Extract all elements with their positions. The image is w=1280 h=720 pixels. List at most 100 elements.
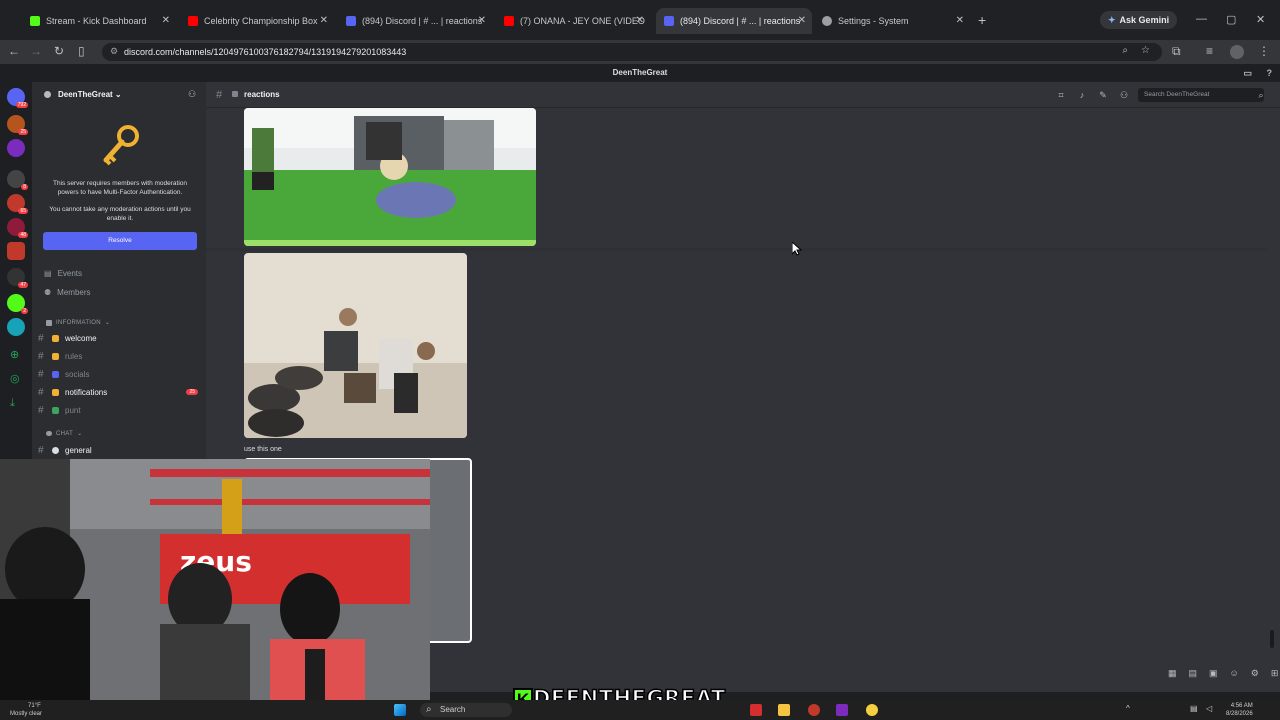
help-icon[interactable]: ? [1267, 64, 1273, 82]
threads-icon[interactable]: ⌗ [1056, 90, 1066, 100]
channel-rules[interactable]: # rules [38, 348, 200, 364]
ask-gemini-button[interactable]: ✦ Ask Gemini [1100, 11, 1178, 29]
profile-avatar[interactable] [1230, 45, 1244, 59]
close-tab-icon[interactable]: ✕ [636, 15, 644, 26]
menu-icon[interactable]: ⋮ [1258, 44, 1270, 58]
tab-settings-system[interactable]: Settings - System ✕ [814, 8, 970, 34]
member-list-icon[interactable]: ⚇ [1119, 90, 1129, 100]
message-input-tools: ▦ ▤ ▣ ☺ ⚙ ⊞ [1168, 668, 1278, 679]
taskbar-clock[interactable]: 4:56 AM 8/28/2026 [1226, 702, 1253, 718]
tab-discord-reactions-active[interactable]: (894) Discord | # ... | reactions ✕ [656, 8, 812, 34]
category-information[interactable]: INFORMATION ⌄ [46, 319, 110, 326]
app-icon[interactable] [836, 704, 848, 716]
address-bar[interactable]: ⚙ discord.com/channels/12049761003761827… [102, 43, 1162, 61]
maximize-button[interactable]: ▢ [1226, 13, 1236, 26]
windows-start-icon[interactable] [394, 704, 406, 716]
wifi-icon[interactable]: ▤ [1190, 704, 1198, 713]
close-tab-icon[interactable]: ✕ [478, 15, 486, 26]
app-icon[interactable] [866, 704, 878, 716]
threads-icon[interactable]: # [216, 89, 222, 101]
file-explorer-icon[interactable] [778, 704, 790, 716]
channel-emoji-icon [52, 334, 59, 342]
members-link[interactable]: ⚉ Members [44, 288, 91, 297]
tab-discord-reactions[interactable]: (894) Discord | # ... | reactions ✕ [338, 8, 492, 34]
channel-welcome[interactable]: # welcome [38, 330, 200, 346]
channel-socials[interactable]: # socials [38, 366, 200, 382]
server-icon[interactable]: 8 [7, 170, 28, 190]
forward-arrow-icon[interactable]: → [30, 44, 42, 58]
attachment-image[interactable] [244, 108, 536, 246]
extensions-icon[interactable]: ⧉ [1172, 44, 1181, 59]
sticker-icon[interactable]: ▣ [1209, 668, 1218, 679]
channel-notifications[interactable]: # notifications 25 [38, 384, 200, 400]
youtube-icon [504, 16, 514, 26]
apps-icon[interactable]: ⚙ [1251, 668, 1259, 679]
emoji-icon[interactable]: ☺ [1230, 668, 1239, 679]
grid-icon[interactable]: ⊞ [1271, 668, 1279, 679]
close-window-button[interactable]: ✕ [1256, 13, 1265, 26]
minimize-button[interactable]: — [1196, 13, 1207, 25]
gift-icon[interactable]: ▦ [1168, 668, 1177, 679]
tab-kick-dashboard[interactable]: Stream - Kick Dashboard ✕ [22, 8, 176, 34]
download-apps-icon[interactable]: ⤓ [10, 397, 15, 410]
close-tab-icon[interactable]: ✕ [956, 15, 964, 26]
invite-people-icon[interactable]: ⚇ [188, 89, 196, 100]
weather-widget[interactable]: 71°F Mostly clear [10, 702, 42, 718]
server-icon[interactable] [7, 139, 25, 157]
app-icon[interactable] [750, 704, 762, 716]
category-chat[interactable]: CHAT ⌄ [46, 430, 82, 437]
mfa-subnotice: You cannot take any moderation actions u… [49, 206, 191, 222]
desert-photo [244, 253, 467, 438]
side-panel-icon[interactable]: ▯ [78, 44, 85, 58]
chat-bubble-icon [46, 431, 52, 436]
attachment-image[interactable] [244, 253, 467, 438]
search-input[interactable]: Search DeenTheGreat [1138, 88, 1264, 102]
server-icon[interactable]: 48 [7, 218, 28, 238]
media-controls-icon[interactable]: ≡ [1206, 44, 1213, 58]
channel-punt[interactable]: # punt [38, 402, 200, 418]
calendar-icon: ▤ [44, 269, 52, 278]
server-icon[interactable]: 65 [7, 194, 28, 214]
add-server-icon[interactable]: ⊕ [10, 348, 19, 361]
server-icon[interactable] [7, 242, 25, 260]
pin-icon[interactable]: ✎ [1098, 90, 1108, 100]
chevron-down-icon: ⌄ [114, 90, 122, 99]
server-boost-icon [44, 91, 51, 98]
site-info-icon[interactable]: ⚙ [110, 46, 118, 57]
channel-emoji-icon [52, 406, 59, 414]
new-tab-button[interactable]: + [978, 12, 986, 28]
direct-messages-icon[interactable]: 792 [7, 88, 28, 108]
tab-celebrity-boxing[interactable]: Celebrity Championship Box ✕ [180, 8, 334, 34]
bookmark-star-icon[interactable]: ☆ [1141, 45, 1150, 56]
discover-compass-icon[interactable]: ◎ [10, 372, 20, 385]
reload-icon[interactable]: ↻ [54, 44, 64, 58]
events-link[interactable]: ▤ Events [44, 269, 82, 278]
volume-icon[interactable]: ◁ [1206, 704, 1212, 713]
hash-icon: # [38, 444, 44, 456]
kick-icon [30, 16, 40, 26]
close-tab-icon[interactable]: ✕ [320, 15, 328, 26]
close-tab-icon[interactable]: ✕ [798, 15, 806, 26]
close-tab-icon[interactable]: ✕ [162, 15, 170, 26]
channel-general[interactable]: # general [38, 442, 200, 458]
server-name-header[interactable]: DeenTheGreat ⌄ [58, 90, 122, 99]
taskbar-search[interactable]: ⌕ Search [420, 703, 512, 717]
mfa-notice: This server requires members with modera… [52, 180, 188, 196]
scrollbar-thumb[interactable] [1270, 630, 1274, 648]
resolve-button[interactable]: Resolve [43, 232, 197, 250]
server-icon[interactable]: 2 [7, 294, 28, 314]
search-icon[interactable]: ⌕ [1256, 90, 1266, 100]
notification-bell-icon[interactable]: ♪ [1077, 90, 1087, 100]
youtube-icon [188, 16, 198, 26]
members-icon: ⚉ [44, 288, 52, 297]
tab-onana-video[interactable]: (7) ONANA - JEY ONE (VIDEO ✕ [496, 8, 650, 34]
inbox-icon[interactable]: ▭ [1243, 64, 1252, 82]
back-arrow-icon[interactable]: ← [8, 44, 20, 58]
chevron-up-icon[interactable]: ^ [1126, 704, 1130, 713]
server-icon[interactable]: 25 [7, 115, 28, 135]
app-icon[interactable] [808, 704, 820, 716]
zoom-icon[interactable]: ⌕ [1122, 45, 1128, 56]
server-icon[interactable]: 47 [7, 268, 28, 288]
server-icon[interactable] [7, 318, 25, 336]
gif-icon[interactable]: ▤ [1189, 668, 1198, 679]
